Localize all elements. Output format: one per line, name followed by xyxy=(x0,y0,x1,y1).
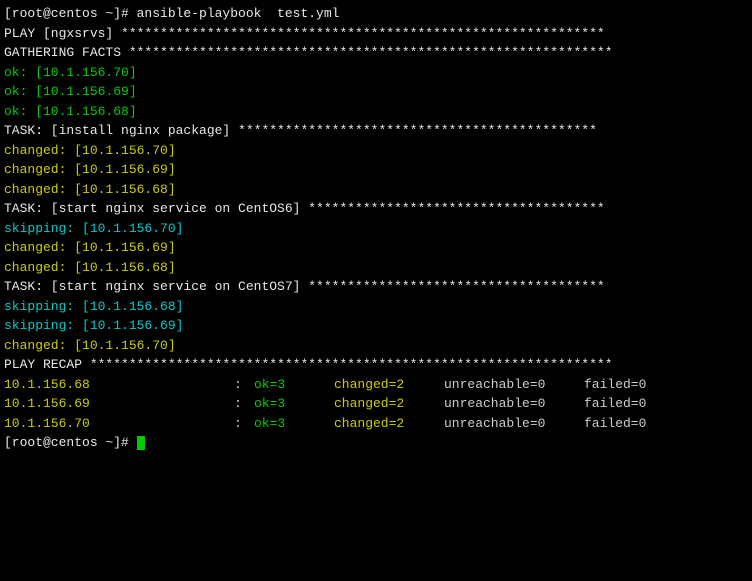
task-changed-line: changed: [10.1.156.69] xyxy=(4,160,748,180)
play-recap-header: PLAY RECAP *****************************… xyxy=(4,355,748,375)
recap-host: 10.1.156.69 xyxy=(4,394,234,414)
recap-colon: : xyxy=(234,375,254,395)
recap-unreachable: unreachable=0 xyxy=(444,375,584,395)
recap-host: 10.1.156.68 xyxy=(4,375,234,395)
task-install-nginx-header: TASK: [install nginx package] **********… xyxy=(4,121,748,141)
prompt-text: [root@centos ~]# xyxy=(4,435,137,450)
recap-row: 10.1.156.70 : ok=3 changed=2 unreachable… xyxy=(4,414,748,434)
task-skipping-line: skipping: [10.1.156.69] xyxy=(4,316,748,336)
task-changed-line: changed: [10.1.156.70] xyxy=(4,336,748,356)
recap-colon: : xyxy=(234,394,254,414)
recap-changed: changed=2 xyxy=(334,414,444,434)
recap-changed: changed=2 xyxy=(334,394,444,414)
task-changed-line: changed: [10.1.156.69] xyxy=(4,238,748,258)
gathering-ok-line: ok: [10.1.156.69] xyxy=(4,82,748,102)
recap-colon: : xyxy=(234,414,254,434)
recap-failed: failed=0 xyxy=(584,375,646,395)
recap-host: 10.1.156.70 xyxy=(4,414,234,434)
task-skipping-line: skipping: [10.1.156.70] xyxy=(4,219,748,239)
cursor-icon xyxy=(137,436,145,450)
task-changed-line: changed: [10.1.156.70] xyxy=(4,141,748,161)
task-start-nginx-centos6-header: TASK: [start nginx service on CentOS6] *… xyxy=(4,199,748,219)
task-changed-line: changed: [10.1.156.68] xyxy=(4,258,748,278)
task-start-nginx-centos7-header: TASK: [start nginx service on CentOS7] *… xyxy=(4,277,748,297)
recap-ok: ok=3 xyxy=(254,414,334,434)
gathering-facts-header: GATHERING FACTS ************************… xyxy=(4,43,748,63)
task-changed-line: changed: [10.1.156.68] xyxy=(4,180,748,200)
recap-ok: ok=3 xyxy=(254,375,334,395)
recap-row: 10.1.156.69 : ok=3 changed=2 unreachable… xyxy=(4,394,748,414)
recap-unreachable: unreachable=0 xyxy=(444,414,584,434)
recap-failed: failed=0 xyxy=(584,414,646,434)
recap-changed: changed=2 xyxy=(334,375,444,395)
play-header: PLAY [ngxsrvs] *************************… xyxy=(4,24,748,44)
task-skipping-line: skipping: [10.1.156.68] xyxy=(4,297,748,317)
command-prompt-line[interactable]: [root@centos ~]# xyxy=(4,433,748,453)
recap-ok: ok=3 xyxy=(254,394,334,414)
gathering-ok-line: ok: [10.1.156.68] xyxy=(4,102,748,122)
command-prompt-line: [root@centos ~]# ansible-playbook test.y… xyxy=(4,4,748,24)
recap-failed: failed=0 xyxy=(584,394,646,414)
gathering-ok-line: ok: [10.1.156.70] xyxy=(4,63,748,83)
recap-unreachable: unreachable=0 xyxy=(444,394,584,414)
recap-row: 10.1.156.68 : ok=3 changed=2 unreachable… xyxy=(4,375,748,395)
